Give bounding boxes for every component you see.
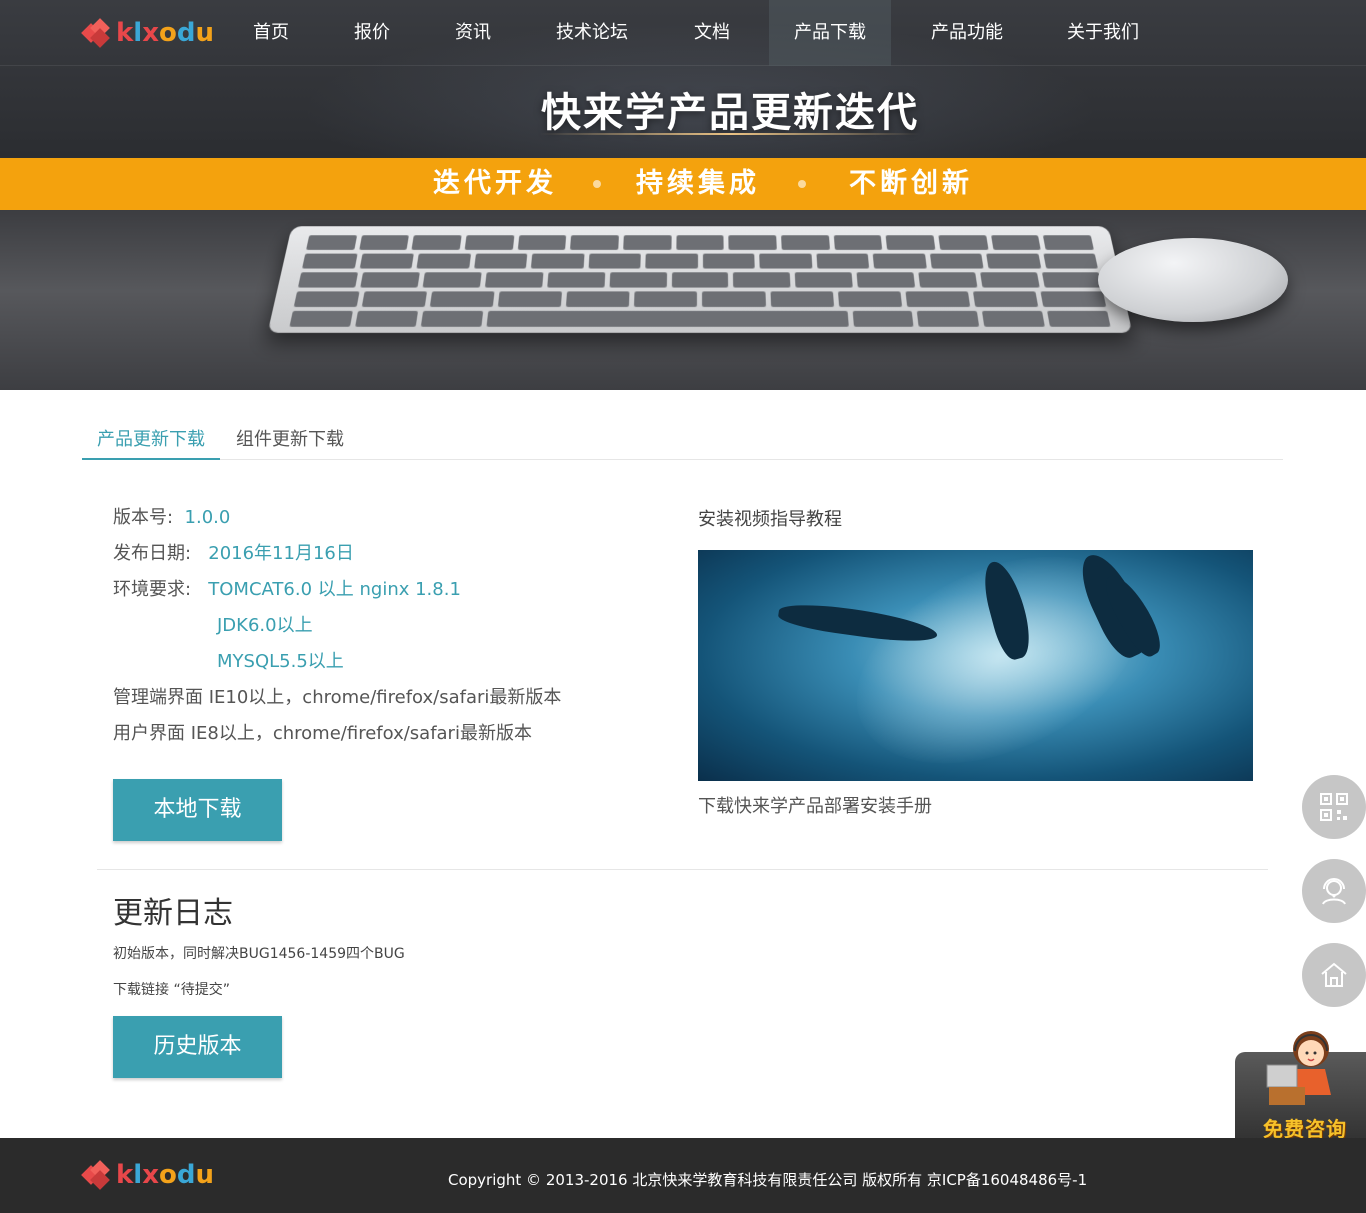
env-value: TOMCAT6.0 以上 nginx 1.8.1 — [208, 579, 461, 600]
slogan-item: 不断创新 — [849, 168, 973, 199]
version-value: 1.0.0 — [184, 507, 231, 528]
key-row — [289, 310, 1111, 327]
logo-mark-icon — [81, 18, 112, 48]
top-navigation: klxodu 首页 报价 资讯 技术论坛 文档 产品下载 产品功能 关于我们 — [0, 0, 1366, 66]
env-value: MYSQL5.5以上 — [217, 651, 344, 672]
history-versions-button[interactable]: 历史版本 — [113, 1016, 282, 1078]
env-label: 环境要求: — [113, 579, 192, 600]
nav-home[interactable]: 首页 — [220, 0, 322, 66]
nav-pricing[interactable]: 报价 — [322, 0, 422, 66]
changelog-entry: 下载链接 “待提交” — [113, 982, 230, 998]
slogan-item: 持续集成 — [636, 168, 760, 199]
nav-product-download[interactable]: 产品下载 — [769, 0, 891, 66]
env-row-extra: MYSQL5.5以上 — [217, 644, 344, 680]
release-date-row: 发布日期: 2016年11月16日 — [113, 536, 354, 572]
video-section-title: 安装视频指导教程 — [698, 509, 842, 530]
section-divider — [97, 869, 1268, 870]
home-button[interactable] — [1302, 943, 1366, 1007]
version-row: 版本号: 1.0.0 — [113, 500, 230, 536]
key-row — [302, 253, 1098, 269]
site-footer: klxodu Copyright © 2013-2016 北京快来学教育科技有限… — [0, 1138, 1366, 1213]
logo-wordmark: klxodu — [116, 1160, 215, 1190]
changelog-title: 更新日志 — [113, 896, 233, 931]
home-icon — [1321, 962, 1347, 987]
admin-ui-requirement: 管理端界面 IE10以上，chrome/firefox/safari最新版本 — [113, 687, 562, 708]
nav-product-features[interactable]: 产品功能 — [900, 0, 1034, 66]
env-row: 环境要求: TOMCAT6.0 以上 nginx 1.8.1 — [113, 572, 461, 608]
changelog-entry: 初始版本，同时解决BUG1456-1459四个BUG — [113, 946, 405, 962]
footer-logo[interactable]: klxodu — [81, 1158, 214, 1192]
mouse-image — [1098, 238, 1288, 322]
release-date-value: 2016年11月16日 — [208, 543, 354, 564]
separator-dot-icon — [593, 180, 601, 188]
key-row — [293, 291, 1107, 307]
user-ui-requirement: 用户界面 IE8以上，chrome/firefox/safari最新版本 — [113, 723, 532, 744]
site-logo[interactable]: klxodu — [81, 16, 214, 50]
install-video-thumbnail[interactable] — [698, 550, 1253, 781]
slogan-item: 迭代开发 — [433, 168, 557, 199]
separator-dot-icon — [798, 180, 806, 188]
nav-docs[interactable]: 文档 — [660, 0, 764, 66]
nav-news[interactable]: 资讯 — [422, 0, 524, 66]
key-row — [306, 235, 1094, 250]
free-consult-widget[interactable]: 免费咨询 — [1235, 1025, 1366, 1152]
logo-mark-icon — [81, 1160, 112, 1190]
version-label: 版本号: — [113, 507, 174, 528]
tab-product-update[interactable]: 产品更新下载 — [82, 420, 220, 460]
logo-wordmark: klxodu — [116, 18, 215, 48]
banner-title-underline — [540, 133, 920, 135]
release-date-label: 发布日期: — [113, 543, 192, 564]
slogan-bar: 迭代开发 持续集成 不断创新 — [0, 158, 1366, 210]
customer-service-icon — [1322, 878, 1346, 905]
nav-about[interactable]: 关于我们 — [1034, 0, 1172, 66]
key-row — [297, 272, 1103, 288]
qrcode-button[interactable] — [1302, 775, 1366, 839]
manual-download-link[interactable]: 下载快来学产品部署安装手册 — [698, 792, 932, 818]
customer-service-button[interactable] — [1302, 859, 1366, 923]
download-tabs: 产品更新下载 组件更新下载 — [82, 420, 1283, 460]
qrcode-icon — [1320, 793, 1348, 821]
copyright-text: Copyright © 2013-2016 北京快来学教育科技有限责任公司 版权… — [448, 1171, 1088, 1189]
env-value: JDK6.0以上 — [217, 615, 313, 636]
tab-component-update[interactable]: 组件更新下载 — [236, 420, 344, 460]
hero-banner: klxodu 首页 报价 资讯 技术论坛 文档 产品下载 产品功能 关于我们 快… — [0, 0, 1366, 390]
env-row-extra: JDK6.0以上 — [217, 608, 313, 644]
service-agent-icon — [1266, 1031, 1331, 1105]
keyboard-image — [267, 226, 1133, 333]
local-download-button[interactable]: 本地下载 — [113, 779, 282, 841]
nav-forum[interactable]: 技术论坛 — [524, 0, 660, 66]
banner-title: 快来学产品更新迭代 — [541, 90, 919, 136]
